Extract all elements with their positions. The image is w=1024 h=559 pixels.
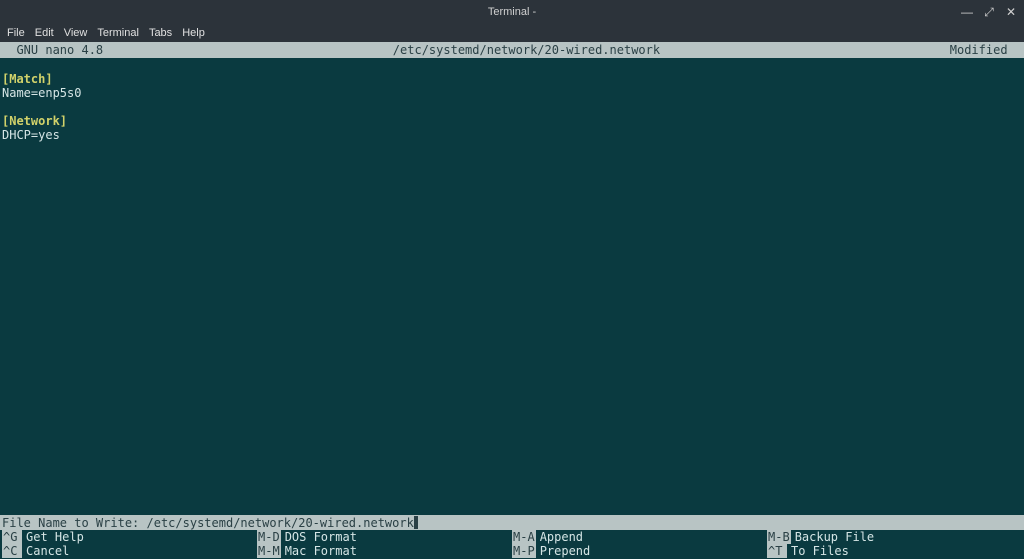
ini-section-match: [Match] <box>2 72 53 86</box>
shortcut-key: M-B <box>767 530 791 544</box>
shortcut-get-help[interactable]: ^G Get Help <box>2 530 257 544</box>
nano-prompt-value: /etc/systemd/network/20-wired.network <box>147 516 414 530</box>
menu-help[interactable]: Help <box>182 27 205 39</box>
menubar: File Edit View Terminal Tabs Help <box>0 24 1024 42</box>
window-minimize-button[interactable]: — <box>960 5 974 19</box>
shortcut-label: Mac Format <box>281 544 357 558</box>
shortcut-row: ^C Cancel M-M Mac Format M-P Prepend ^T … <box>2 544 1022 558</box>
editor-line: DHCP=yes <box>2 128 60 142</box>
shortcut-key: ^G <box>2 530 22 544</box>
window-close-button[interactable]: ✕ <box>1004 5 1018 19</box>
shortcut-label: Prepend <box>536 544 591 558</box>
shortcut-key: M-D <box>257 530 281 544</box>
nano-filename: /etc/systemd/network/20-wired.network <box>103 43 950 57</box>
window-title: Terminal - <box>488 6 536 18</box>
shortcut-cancel[interactable]: ^C Cancel <box>2 544 257 558</box>
shortcut-dos-format[interactable]: M-D DOS Format <box>257 530 512 544</box>
shortcut-key: ^T <box>767 544 787 558</box>
editor-area[interactable]: [Match] Name=enp5s0 [Network] DHCP=yes <box>0 58 1024 515</box>
menu-edit[interactable]: Edit <box>35 27 54 39</box>
window-titlebar: Terminal - — ⤢ ✕ <box>0 0 1024 24</box>
shortcut-key: ^C <box>2 544 22 558</box>
nano-version: GNU nano 4.8 <box>2 43 103 57</box>
menu-file[interactable]: File <box>7 27 25 39</box>
menu-terminal[interactable]: Terminal <box>97 27 139 39</box>
window-controls: — ⤢ ✕ <box>960 0 1018 24</box>
shortcut-label: DOS Format <box>281 530 357 544</box>
ini-section-network: [Network] <box>2 114 67 128</box>
nano-shortcuts: ^G Get Help M-D DOS Format M-A Append M-… <box>0 530 1024 559</box>
nano-modified-status: Modified <box>950 43 1022 57</box>
nano-prompt-label: File Name to Write: <box>2 516 147 530</box>
nano-header: GNU nano 4.8 /etc/systemd/network/20-wir… <box>0 42 1024 58</box>
shortcut-mac-format[interactable]: M-M Mac Format <box>257 544 512 558</box>
shortcut-key: M-A <box>512 530 536 544</box>
shortcut-key: M-M <box>257 544 281 558</box>
menu-view[interactable]: View <box>64 27 88 39</box>
menu-tabs[interactable]: Tabs <box>149 27 172 39</box>
window-maximize-button[interactable]: ⤢ <box>982 5 996 19</box>
editor-line: Name=enp5s0 <box>2 86 81 100</box>
shortcut-label: Backup File <box>791 530 874 544</box>
shortcut-label: To Files <box>787 544 849 558</box>
shortcut-to-files[interactable]: ^T To Files <box>767 544 1022 558</box>
text-cursor <box>414 516 418 529</box>
shortcut-label: Append <box>536 530 583 544</box>
shortcut-label: Get Help <box>22 530 84 544</box>
shortcut-row: ^G Get Help M-D DOS Format M-A Append M-… <box>2 530 1022 544</box>
shortcut-backup-file[interactable]: M-B Backup File <box>767 530 1022 544</box>
shortcut-label: Cancel <box>22 544 69 558</box>
shortcut-append[interactable]: M-A Append <box>512 530 767 544</box>
shortcut-key: M-P <box>512 544 536 558</box>
nano-prompt[interactable]: File Name to Write: /etc/systemd/network… <box>0 515 1024 530</box>
shortcut-prepend[interactable]: M-P Prepend <box>512 544 767 558</box>
